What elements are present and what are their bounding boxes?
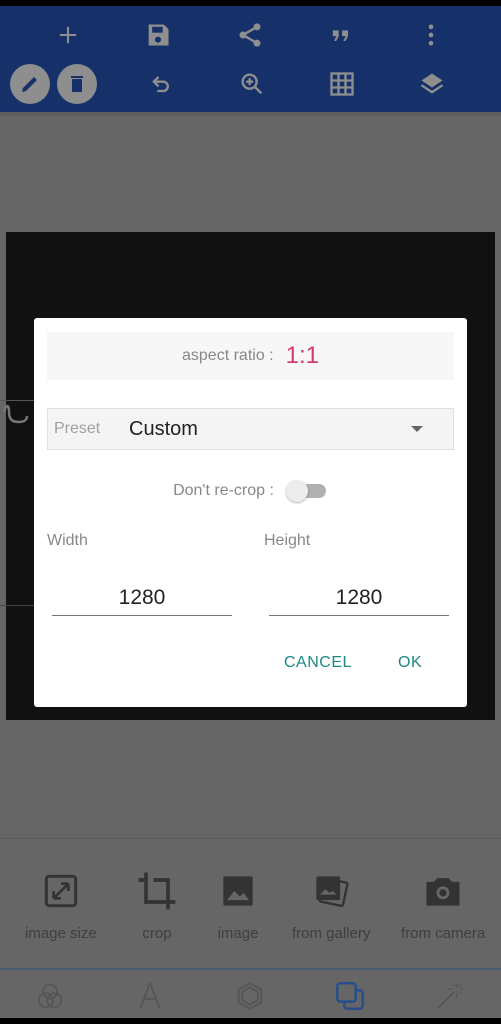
image-size-dialog: aspect ratio : 1:1 Preset Custom Don't r… bbox=[34, 318, 467, 707]
tool-label: image bbox=[217, 925, 259, 942]
canvas-stroke bbox=[2, 404, 29, 424]
nav-bar bbox=[0, 1018, 501, 1024]
tab-layers[interactable] bbox=[330, 978, 370, 1014]
preset-label: Preset bbox=[54, 420, 101, 437]
plus-icon bbox=[59, 26, 77, 44]
tab-text[interactable] bbox=[130, 978, 170, 1014]
save-icon bbox=[148, 24, 169, 46]
height-label: Height bbox=[264, 532, 311, 549]
delete-button[interactable] bbox=[57, 64, 97, 104]
filters-icon bbox=[37, 983, 63, 1009]
width-label: Width bbox=[47, 532, 88, 549]
preset-value: Custom bbox=[129, 417, 198, 440]
edit-button[interactable] bbox=[10, 64, 50, 104]
tool-from-camera[interactable]: from camera bbox=[401, 869, 485, 942]
zoom-in-icon bbox=[241, 73, 263, 95]
screen: aspect ratio : 1:1 Preset Custom Don't r… bbox=[0, 0, 501, 1024]
tool-image-size[interactable]: image size bbox=[25, 869, 97, 942]
tool-panel: t image size crop image from gallery fro… bbox=[0, 838, 501, 968]
save-button[interactable] bbox=[136, 13, 180, 57]
recrop-toggle[interactable] bbox=[285, 480, 328, 502]
top-toolbar bbox=[0, 6, 501, 112]
tool-label: image size bbox=[25, 925, 97, 942]
layers-icon bbox=[420, 73, 444, 94]
dropdown-arrow-icon bbox=[411, 426, 423, 432]
hexagon-icon bbox=[237, 982, 263, 1010]
camera-icon bbox=[426, 878, 460, 906]
layers-button[interactable] bbox=[410, 62, 454, 106]
tool-label: from camera bbox=[401, 925, 486, 942]
quote-button[interactable] bbox=[319, 13, 363, 57]
more-vert-icon bbox=[428, 24, 434, 46]
image-icon bbox=[223, 876, 253, 906]
toggle-thumb bbox=[285, 480, 308, 502]
cancel-button[interactable]: CANCEL bbox=[284, 654, 352, 672]
tool-image[interactable]: image bbox=[216, 869, 260, 942]
layers-copy-icon bbox=[335, 981, 365, 1011]
text-icon bbox=[139, 980, 161, 1010]
undo-icon bbox=[152, 76, 169, 93]
tool-from-gallery[interactable]: from gallery bbox=[292, 869, 370, 942]
magic-wand-icon bbox=[436, 983, 463, 1010]
resize-icon bbox=[44, 874, 77, 908]
tool-crop[interactable]: crop bbox=[135, 869, 179, 942]
aspect-ratio-label: aspect ratio : bbox=[182, 347, 274, 364]
grid-icon bbox=[330, 72, 354, 96]
more-button[interactable] bbox=[409, 13, 453, 57]
canvas-guide-line bbox=[0, 605, 34, 606]
crop-icon bbox=[138, 872, 176, 910]
quote-icon bbox=[332, 30, 348, 41]
tool-label: from gallery bbox=[292, 925, 371, 942]
preset-select[interactable]: Preset Custom bbox=[47, 408, 454, 450]
ok-button[interactable]: OK bbox=[398, 654, 422, 672]
trash-icon bbox=[71, 76, 83, 92]
width-input[interactable] bbox=[52, 580, 232, 616]
bottom-tab-bar bbox=[0, 968, 501, 1018]
add-button[interactable] bbox=[46, 13, 90, 57]
tool-label: crop bbox=[142, 925, 172, 942]
recrop-label: Don't re-crop : bbox=[173, 482, 274, 499]
share-icon bbox=[239, 23, 261, 47]
zoom-in-button[interactable] bbox=[230, 62, 274, 106]
share-button[interactable] bbox=[228, 13, 272, 57]
grid-button[interactable] bbox=[320, 62, 364, 106]
tab-shapes[interactable] bbox=[230, 978, 270, 1014]
aspect-ratio-row: aspect ratio : 1:1 bbox=[47, 332, 454, 380]
pencil-icon bbox=[22, 77, 37, 92]
tab-filters[interactable] bbox=[30, 978, 70, 1014]
aspect-ratio-value: 1:1 bbox=[285, 342, 319, 369]
tab-effects[interactable] bbox=[430, 978, 470, 1014]
undo-button[interactable] bbox=[140, 62, 184, 106]
recrop-row: Don't re-crop : bbox=[34, 478, 467, 504]
height-input[interactable] bbox=[269, 580, 449, 616]
gallery-icon bbox=[316, 876, 349, 908]
toolbar-divider bbox=[0, 112, 501, 116]
